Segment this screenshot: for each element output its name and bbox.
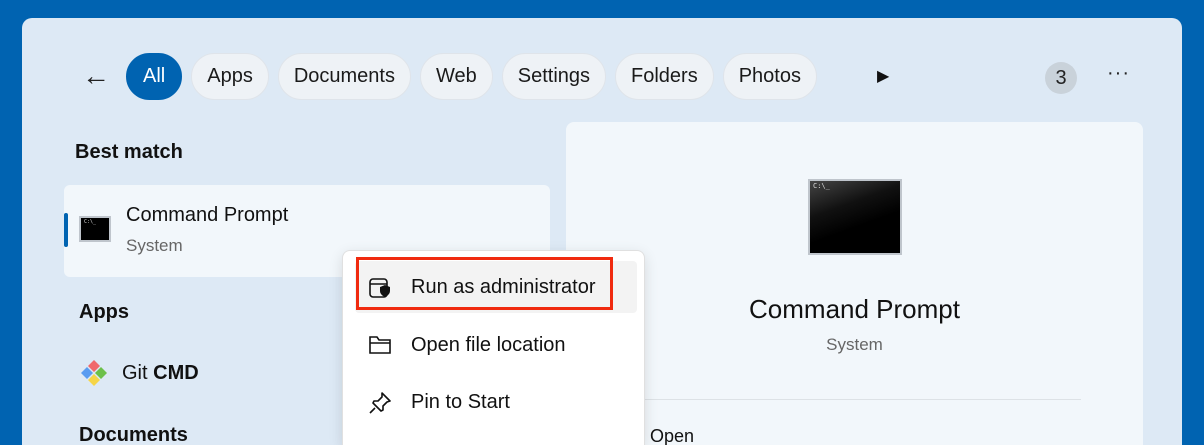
git-cmd-icon: [81, 360, 107, 386]
app-title: Git CMD: [122, 361, 199, 384]
play-more-icon[interactable]: ▶: [877, 66, 889, 86]
chip-web[interactable]: Web: [419, 53, 493, 100]
filter-chips: All Apps Documents Web Settings Folders …: [126, 53, 817, 100]
search-panel: ← All Apps Documents Web Settings Folder…: [22, 18, 1182, 445]
detail-title: Command Prompt: [749, 294, 960, 324]
open-action[interactable]: Open: [650, 427, 694, 445]
chip-apps[interactable]: Apps: [191, 53, 269, 100]
chip-folders[interactable]: Folders: [615, 53, 714, 100]
folder-icon: [369, 336, 391, 354]
divider: [631, 399, 1081, 400]
chip-all[interactable]: All: [126, 53, 183, 100]
apps-heading: Apps: [79, 301, 129, 323]
more-options-icon[interactable]: ···: [1107, 62, 1130, 85]
detail-subtitle: System: [826, 335, 883, 354]
menu-item-pin-to-start[interactable]: Pin to Start: [355, 376, 637, 428]
menu-item-open-file-location[interactable]: Open file location: [355, 319, 637, 371]
app-item-git-cmd[interactable]: Git CMD: [80, 358, 199, 388]
command-prompt-icon: C:\_: [79, 216, 111, 242]
selection-indicator: [64, 213, 68, 247]
best-match-subtitle: System: [126, 236, 183, 255]
documents-heading: Documents: [79, 424, 188, 445]
menu-item-label: Open file location: [411, 333, 566, 356]
back-button[interactable]: ←: [80, 60, 112, 92]
highlight-box: [356, 257, 613, 310]
chip-photos[interactable]: Photos: [722, 53, 817, 100]
menu-item-label: Pin to Start: [411, 390, 510, 413]
arrow-left-icon: ←: [82, 60, 110, 91]
pin-icon: [369, 392, 391, 414]
chip-documents[interactable]: Documents: [277, 53, 411, 100]
detail-pane: C:\_ Command Prompt System Open: [566, 122, 1143, 445]
best-match-title: Command Prompt: [126, 204, 289, 226]
result-count-badge[interactable]: 3: [1045, 62, 1077, 94]
chip-settings[interactable]: Settings: [501, 53, 607, 100]
command-prompt-large-icon: C:\_: [808, 179, 902, 255]
best-match-heading: Best match: [75, 141, 183, 163]
